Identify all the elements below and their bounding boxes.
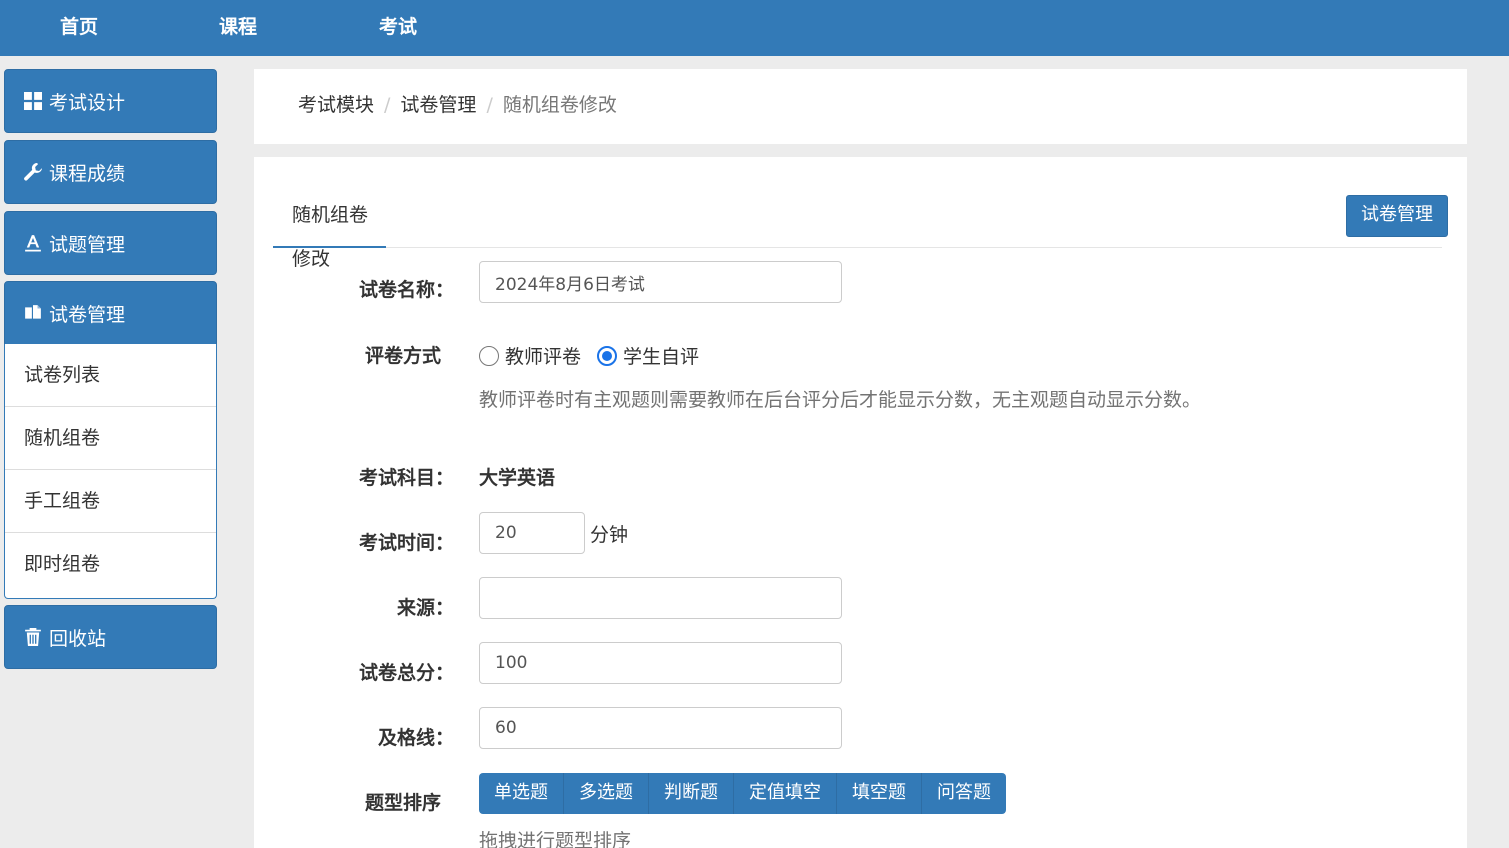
radio-label-teacher: 教师评卷: [505, 346, 582, 368]
nav-courses[interactable]: 课程: [219, 0, 257, 56]
nav-exams[interactable]: 考试: [379, 0, 417, 56]
total-score-label: 试卷总分：: [358, 662, 454, 684]
radio-label-self: 学生自评: [623, 346, 700, 368]
submenu-item-random-paper[interactable]: 随机组卷: [5, 407, 216, 470]
exam-time-label: 考试时间：: [358, 532, 454, 554]
exam-subject-value: 大学英语: [479, 467, 556, 489]
submenu-item-instant-paper[interactable]: 即时组卷: [5, 533, 216, 596]
order-fill-blank[interactable]: 填空题: [837, 773, 922, 814]
breadcrumb-exam-module[interactable]: 考试模块: [298, 94, 374, 116]
radio-teacher-grading[interactable]: [479, 345, 499, 366]
tab-bar: 随机组卷修改 试卷管理: [273, 157, 1448, 270]
order-essay[interactable]: 问答题: [922, 773, 1006, 814]
paper-name-label: 试卷名称：: [358, 279, 454, 301]
order-help-text: 拖拽进行题型排序: [479, 830, 632, 848]
breadcrumb-paper-management[interactable]: 试卷管理: [400, 94, 476, 116]
sidebar-item-exam-design[interactable]: 考试设计: [4, 69, 217, 133]
question-order-label: 题型排序: [364, 792, 441, 814]
grid-icon: [23, 91, 43, 111]
tab-random-paper-edit[interactable]: 随机组卷修改: [273, 193, 386, 270]
order-single-choice[interactable]: 单选题: [479, 773, 564, 814]
breadcrumb: 考试模块 / 试卷管理 / 随机组卷修改: [298, 69, 617, 144]
order-fixed-fill[interactable]: 定值填空: [734, 773, 837, 814]
order-true-false[interactable]: 判断题: [649, 773, 734, 814]
order-multiple-choice[interactable]: 多选题: [564, 773, 649, 814]
files-icon: [23, 303, 43, 323]
paper-submenu: 试卷列表 随机组卷 手工组卷 即时组卷: [4, 344, 217, 599]
font-icon: [23, 233, 43, 253]
sidebar-item-paper-management[interactable]: 试卷管理: [4, 281, 217, 345]
pass-line-label: 及格线：: [377, 727, 454, 749]
source-input[interactable]: [479, 577, 842, 619]
question-type-order-group: 单选题 多选题 判断题 定值填空 填空题 问答题: [479, 773, 1006, 814]
source-label: 来源：: [396, 597, 454, 619]
pass-line-input[interactable]: [479, 707, 842, 749]
breadcrumb-panel: 考试模块 / 试卷管理 / 随机组卷修改: [254, 69, 1467, 144]
paper-name-input[interactable]: [479, 261, 842, 303]
radio-self-grading[interactable]: [597, 345, 618, 366]
submenu-item-manual-paper[interactable]: 手工组卷: [5, 470, 216, 533]
sidebar-item-label: 课程成绩: [49, 162, 126, 185]
exam-subject-label: 考试科目：: [358, 467, 454, 489]
breadcrumb-separator: /: [384, 94, 391, 116]
total-score-input[interactable]: [479, 642, 842, 684]
sidebar-item-label: 试卷管理: [49, 303, 126, 326]
paper-management-button[interactable]: 试卷管理: [1346, 195, 1448, 237]
sidebar-item-recycle-bin[interactable]: 回收站: [4, 605, 217, 669]
grading-method-options: 教师评卷 学生自评: [479, 342, 699, 369]
trash-icon: [23, 627, 43, 647]
exam-time-input[interactable]: [479, 512, 585, 554]
sidebar-item-question-management[interactable]: 试题管理: [4, 211, 217, 275]
sidebar-item-label: 试题管理: [49, 233, 126, 256]
submenu-item-paper-list[interactable]: 试卷列表: [5, 344, 216, 407]
sidebar-item-label: 回收站: [49, 627, 107, 650]
breadcrumb-current: 随机组卷修改: [502, 94, 617, 116]
breadcrumb-separator: /: [486, 94, 493, 116]
top-navbar: 首页 课程 考试: [0, 0, 1509, 56]
sidebar-item-course-scores[interactable]: 课程成绩: [4, 140, 217, 204]
nav-home[interactable]: 首页: [60, 0, 98, 56]
exam-time-unit: 分钟: [590, 524, 629, 546]
wrench-icon: [23, 162, 43, 182]
grading-method-label: 评卷方式: [364, 345, 441, 367]
sidebar-item-label: 考试设计: [49, 91, 126, 114]
grading-help-text: 教师评卷时有主观题则需要教师在后台评分后才能显示分数，无主观题自动显示分数。: [479, 389, 1202, 411]
main-panel: 随机组卷修改 试卷管理 试卷名称： 评卷方式 教师评卷 学生自评 教师评卷时有主…: [254, 157, 1467, 848]
